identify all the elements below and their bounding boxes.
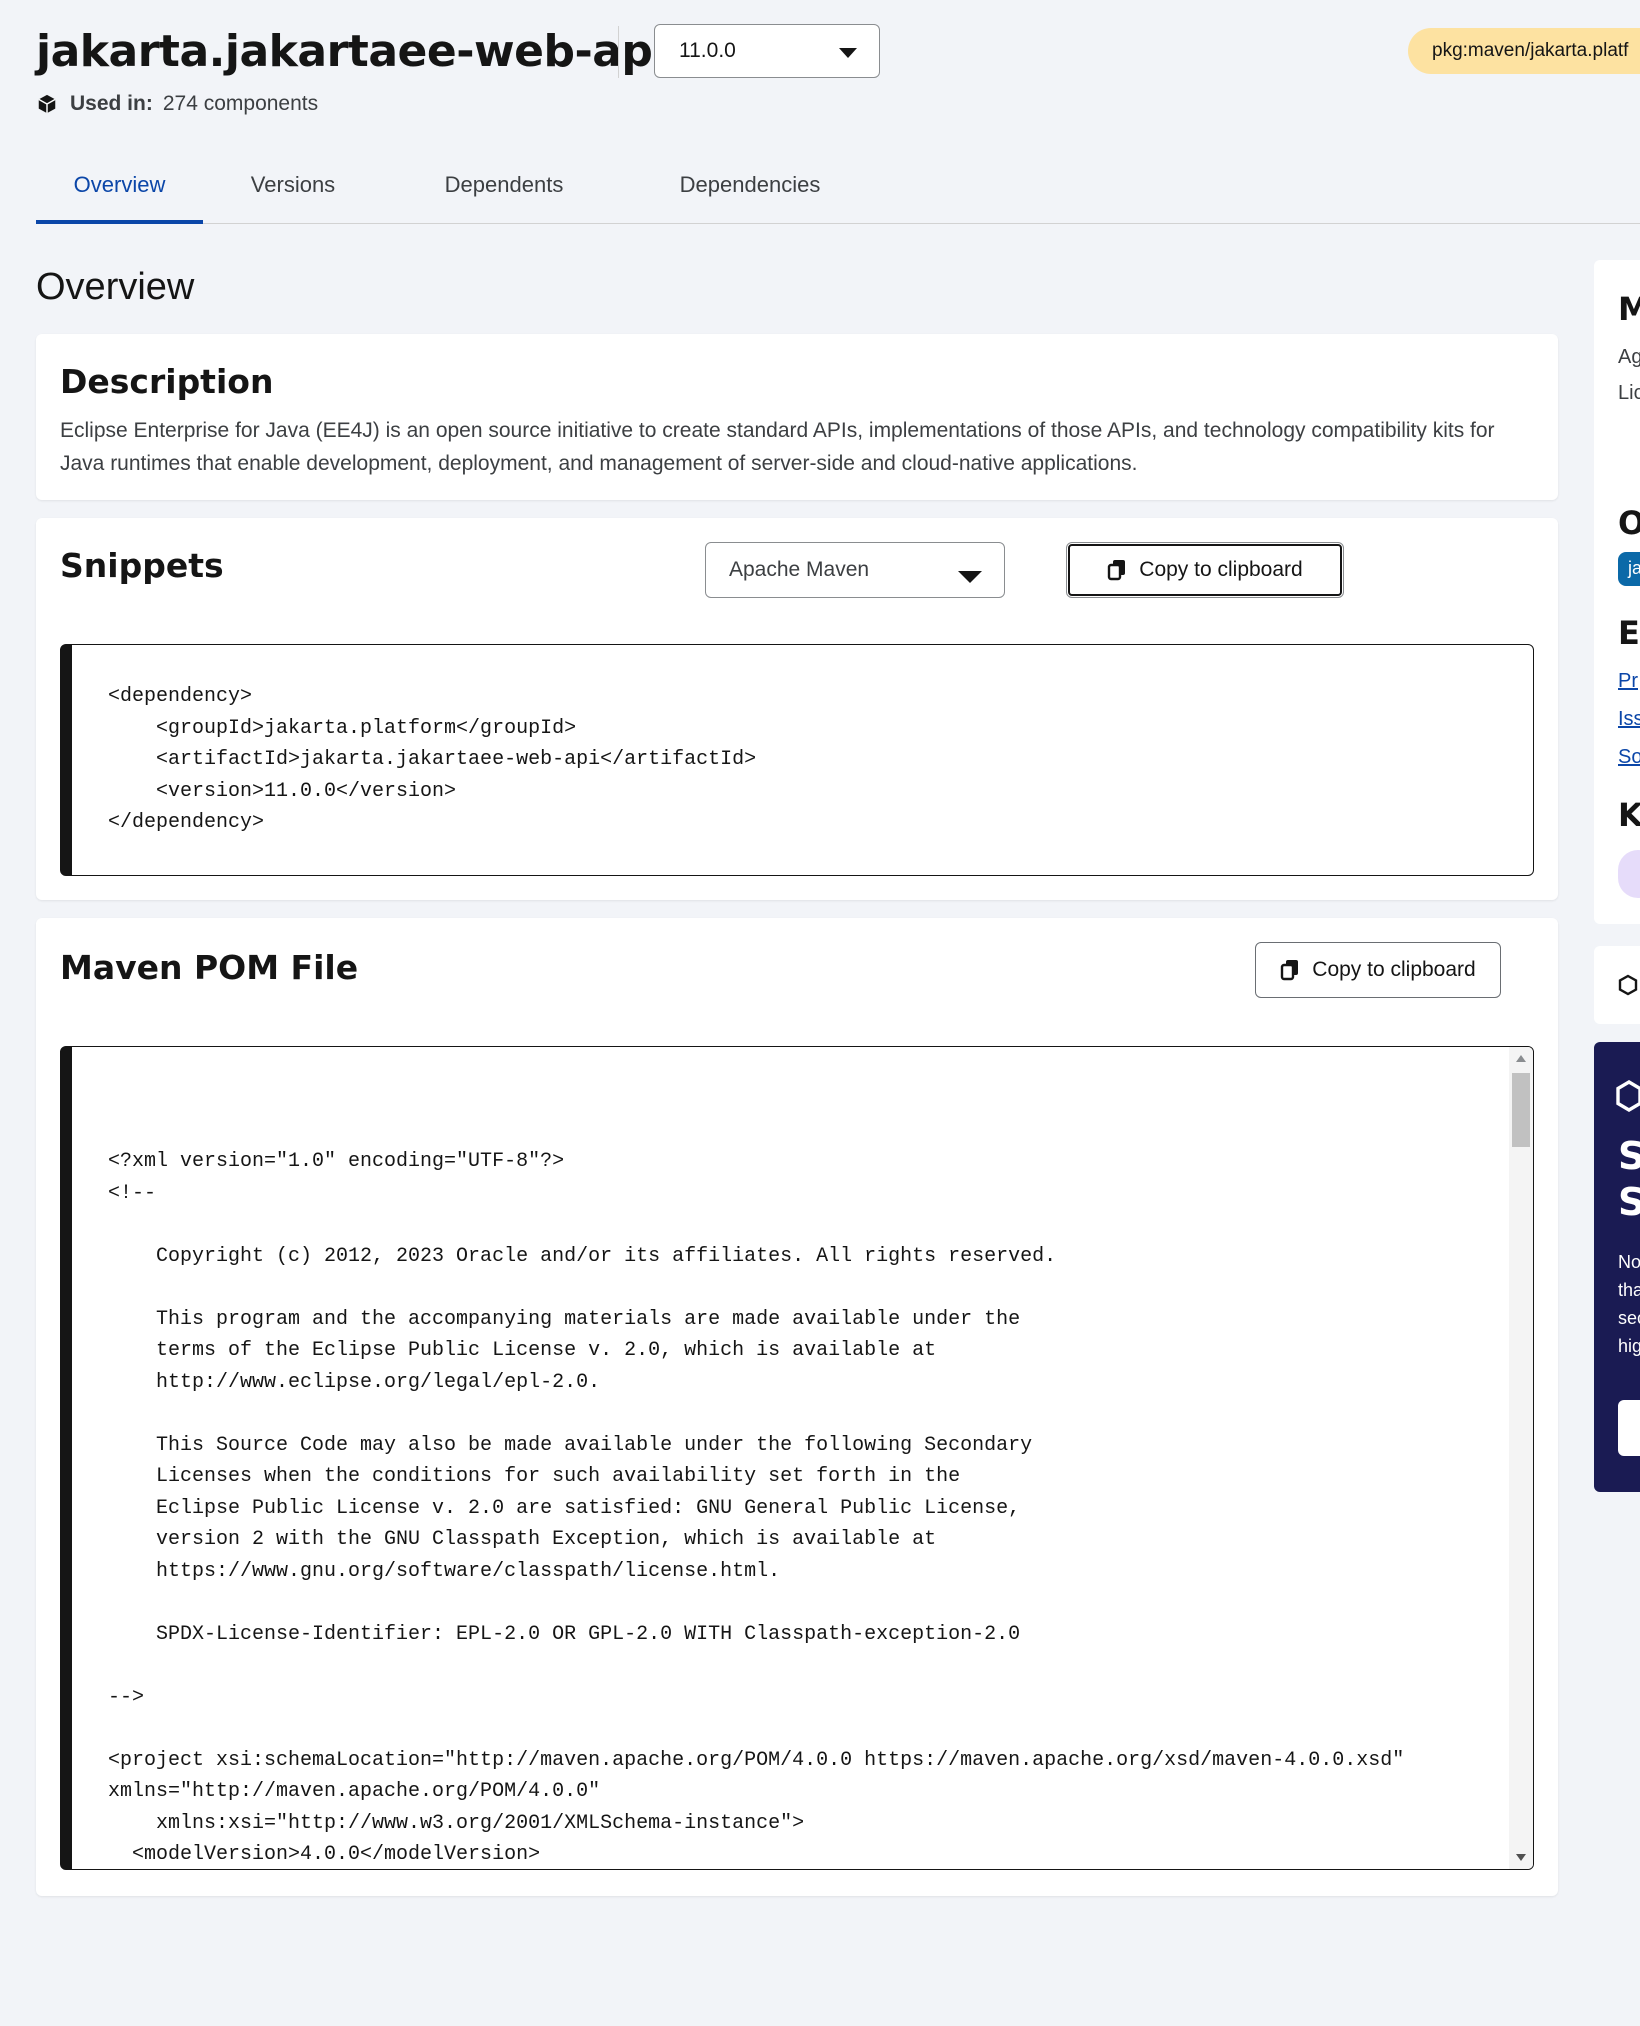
copy-icon: [1108, 560, 1126, 581]
pom-scrollbar[interactable]: [1509, 1047, 1533, 1869]
purl-badge: pkg:maven/jakarta.platf: [1408, 28, 1640, 74]
sidebar-purple-pill[interactable]: [1618, 850, 1640, 898]
hexagon-icon: [1618, 974, 1638, 996]
page-title: Overview: [36, 266, 195, 308]
header-divider: [618, 26, 619, 78]
sidebar-line-1: Ag: [1618, 346, 1640, 368]
pom-code-block[interactable]: <?xml version="1.0" encoding="UTF-8"?> <…: [60, 1046, 1534, 1870]
sidebar-heading-3: Ex: [1618, 614, 1640, 652]
description-text: Eclipse Enterprise for Java (EE4J) is an…: [60, 419, 1495, 475]
tab-versions[interactable]: Versions: [243, 150, 343, 224]
promo-heading-2: S: [1618, 1180, 1640, 1224]
pom-card: Maven POM File Copy to clipboard <?xml v…: [36, 918, 1558, 1896]
snippet-format-select[interactable]: Apache Maven: [705, 542, 1005, 598]
sidebar-metadata-card: M Ag Lic O ja Ex Pr Iss So K: [1594, 260, 1640, 924]
version-select[interactable]: 11.0.0: [654, 24, 880, 78]
copy-snippet-label: Copy to clipboard: [1139, 558, 1303, 581]
tab-bar: Overview Versions Dependents Dependencie…: [36, 150, 1640, 224]
package-header: jakarta.jakartaee-web-api 11.0.0 pkg:mav…: [36, 24, 1640, 124]
used-in: Used in: 274 components: [36, 92, 318, 116]
caret-down-icon: [839, 48, 857, 58]
sidebar-small-card[interactable]: [1594, 946, 1640, 1024]
snippets-heading: Snippets: [60, 546, 224, 585]
version-select-value: 11.0.0: [679, 39, 736, 62]
copy-pom-label: Copy to clipboard: [1312, 958, 1476, 981]
sidebar-promo-card: S S No tha sec hig: [1594, 1042, 1640, 1492]
description-card: Description Eclipse Enterprise for Java …: [36, 334, 1558, 500]
promo-text-3: sec: [1618, 1308, 1640, 1328]
tab-overview[interactable]: Overview: [36, 150, 203, 224]
sidebar-heading-1: M: [1618, 290, 1640, 328]
sidebar-heading-4: K: [1618, 796, 1640, 834]
promo-text-4: hig: [1618, 1336, 1640, 1356]
used-in-label: Used in:: [70, 92, 153, 115]
description-heading: Description: [60, 362, 274, 401]
sidebar-line-2: Lic: [1618, 382, 1640, 404]
snippets-card: Snippets Apache Maven Copy to clipboard …: [36, 518, 1558, 900]
sidebar-link-1[interactable]: Pr: [1618, 670, 1638, 693]
promo-text-1: No: [1618, 1252, 1640, 1272]
sidebar-link-3[interactable]: So: [1618, 746, 1640, 769]
promo-text-2: tha: [1618, 1280, 1640, 1300]
sidebar-tag-pill[interactable]: ja: [1618, 552, 1640, 586]
promo-heading-1: S: [1618, 1134, 1640, 1178]
snippet-code-block: <dependency> <groupId>jakarta.platform</…: [60, 644, 1534, 876]
tab-dependencies[interactable]: Dependencies: [650, 150, 850, 224]
copy-icon: [1281, 960, 1299, 981]
copy-pom-button[interactable]: Copy to clipboard: [1255, 942, 1501, 998]
promo-button[interactable]: [1618, 1400, 1640, 1456]
used-in-value: 274 components: [162, 92, 319, 115]
sidebar-link-2[interactable]: Iss: [1618, 708, 1640, 731]
pom-heading: Maven POM File: [60, 948, 359, 987]
copy-snippet-button[interactable]: Copy to clipboard: [1066, 542, 1344, 598]
sidebar-heading-2: O: [1618, 504, 1640, 542]
caret-down-icon: [958, 571, 982, 583]
hexagon-icon: [1616, 1080, 1640, 1112]
scroll-down-arrow-icon[interactable]: [1516, 1854, 1526, 1861]
cube-icon: [38, 94, 56, 114]
package-title: jakarta.jakartaee-web-api: [36, 26, 667, 77]
snippet-format-value: Apache Maven: [729, 558, 870, 581]
tab-dependents[interactable]: Dependents: [416, 150, 592, 224]
pom-code-text: <?xml version="1.0" encoding="UTF-8"?> <…: [108, 1150, 1405, 1866]
scrollbar-thumb[interactable]: [1512, 1073, 1530, 1147]
scroll-up-arrow-icon[interactable]: [1516, 1055, 1526, 1062]
